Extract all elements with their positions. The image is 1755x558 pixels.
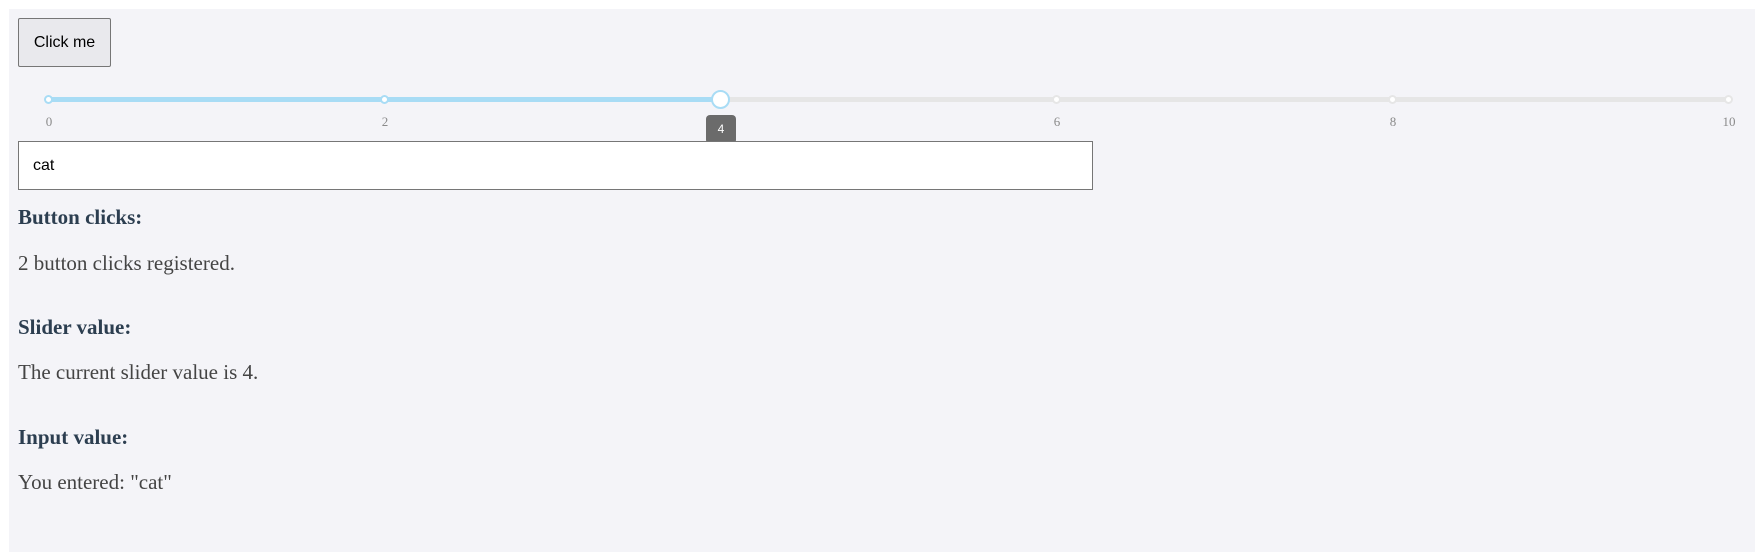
slider-value-text: The current slider value is 4. [18,360,259,384]
input-value-text: You entered: "cat" [18,470,172,494]
slider-tick-label: 0 [45,114,53,129]
slider-tick-label: 8 [1389,114,1397,129]
app-panel: Click me 0 2 6 8 10 4 Button clicks: 2 b… [9,9,1755,552]
input-value-heading: Input value: [18,425,129,449]
slider-tick-label: 6 [1053,114,1061,129]
slider-tick-label: 10 [1722,114,1736,129]
slider-handle[interactable] [711,90,730,109]
slider-step-dot-8[interactable] [1388,95,1397,104]
value-slider[interactable]: 0 2 6 8 10 4 [44,89,1736,144]
button-clicks-heading: Button clicks: [18,205,143,229]
slider-step-dot-10[interactable] [1724,95,1733,104]
button-clicks-text: 2 button clicks registered. [18,251,235,275]
slider-value-bubble: 4 [706,115,736,144]
slider-step-dot-6[interactable] [1052,95,1061,104]
text-input[interactable] [18,141,1093,190]
slider-tick-label: 2 [381,114,389,129]
slider-step-dot-0[interactable] [44,95,53,104]
click-me-button[interactable]: Click me [18,18,111,67]
slider-step-dot-2[interactable] [380,95,389,104]
slider-value-heading: Slider value: [18,315,132,339]
